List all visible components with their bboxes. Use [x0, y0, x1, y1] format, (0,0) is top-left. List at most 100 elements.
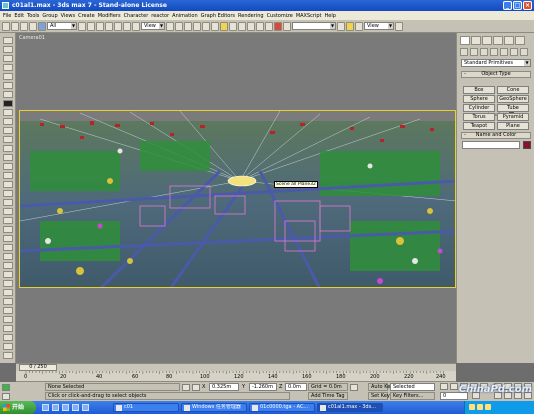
undo-icon[interactable]: [2, 21, 10, 31]
quick-render-icon[interactable]: [337, 21, 345, 31]
menu-modifiers[interactable]: Modifiers: [98, 13, 121, 19]
plane-button[interactable]: Plane: [497, 122, 529, 130]
systems-icon[interactable]: [520, 48, 528, 56]
add-time-tag-button[interactable]: Add Time Tag: [308, 392, 348, 400]
menu-maxscript[interactable]: MAXScript: [296, 13, 322, 19]
tool-icon[interactable]: [3, 73, 13, 80]
taskbar-item-active[interactable]: c01al1.max - 3ds...: [317, 403, 383, 412]
tool-icon[interactable]: [3, 82, 13, 89]
y-coordinate-field[interactable]: -1.260m: [249, 383, 277, 391]
angle-snap-icon[interactable]: [193, 21, 201, 31]
tool-icon[interactable]: [3, 127, 13, 134]
menu-group[interactable]: Group: [42, 13, 57, 19]
tool-icon[interactable]: [3, 343, 13, 350]
key-icon[interactable]: [350, 384, 358, 391]
tool-icon[interactable]: [3, 289, 13, 296]
mirror-icon[interactable]: [229, 21, 237, 31]
select-object-icon[interactable]: [78, 21, 86, 31]
title-bar[interactable]: c01al1.max - 3ds max 7 - Stand-alone Lic…: [0, 0, 534, 11]
modify-tab-icon[interactable]: [471, 36, 481, 45]
rectangle-region-icon[interactable]: [96, 21, 104, 31]
menu-create[interactable]: Create: [78, 13, 95, 19]
select-scale-icon[interactable]: [132, 21, 140, 31]
tool-icon[interactable]: [3, 163, 13, 170]
auto-key-button[interactable]: Auto Key: [368, 383, 393, 391]
tool-icon[interactable]: [3, 37, 13, 44]
absolute-mode-icon[interactable]: [192, 384, 200, 391]
align-icon[interactable]: [238, 21, 246, 31]
create-tab-icon[interactable]: [460, 36, 470, 45]
start-button[interactable]: 开始: [0, 401, 36, 414]
tool-icon[interactable]: [3, 136, 13, 143]
tool-icon[interactable]: [3, 235, 13, 242]
tool-icon[interactable]: [3, 280, 13, 287]
key-mode-dropdown[interactable]: Selected: [390, 383, 435, 391]
menu-reactor[interactable]: reactor: [151, 13, 169, 19]
select-rotate-icon[interactable]: [123, 21, 131, 31]
select-by-name-icon[interactable]: [87, 21, 95, 31]
geometry-icon[interactable]: [460, 48, 468, 56]
x-coordinate-field[interactable]: 0.325m: [209, 383, 239, 391]
box-button[interactable]: Box: [463, 86, 495, 94]
menu-character[interactable]: Character: [124, 13, 149, 19]
select-move-icon[interactable]: [114, 21, 122, 31]
tool-icon[interactable]: [3, 253, 13, 260]
display-tab-icon[interactable]: [504, 36, 514, 45]
bind-space-warp-icon[interactable]: [38, 21, 46, 31]
menu-views[interactable]: Views: [61, 13, 75, 19]
set-key-button[interactable]: Set Key: [368, 392, 390, 400]
tool-icon[interactable]: [3, 334, 13, 341]
hierarchy-tab-icon[interactable]: [482, 36, 492, 45]
primitive-category-dropdown[interactable]: Standard Primitives ▼: [461, 59, 531, 67]
tool-icon[interactable]: [3, 91, 13, 98]
app-icon[interactable]: [2, 2, 9, 9]
redo-icon[interactable]: [11, 21, 19, 31]
camera-viewport[interactable]: Camera01 Scene all Plane32: [16, 33, 456, 363]
menu-customize[interactable]: Customize: [267, 13, 293, 19]
tool-icon[interactable]: [3, 55, 13, 62]
object-color-swatch[interactable]: [523, 141, 531, 149]
schematic-view-icon[interactable]: [265, 21, 273, 31]
render-scene-icon[interactable]: [283, 21, 291, 31]
tool-icon[interactable]: [3, 64, 13, 71]
reference-coordinate-dropdown[interactable]: View ▼: [141, 22, 165, 30]
tool-icon[interactable]: [3, 100, 13, 107]
tool-icon[interactable]: [3, 199, 13, 206]
curve-editor-icon[interactable]: [256, 21, 264, 31]
track-bar[interactable]: 0 20 40 60 80 100 120 140 160 180 200 22…: [16, 371, 456, 382]
time-slider[interactable]: 0 / 250: [16, 363, 456, 371]
activeshade-icon[interactable]: [355, 21, 363, 31]
geosphere-button[interactable]: GeoSphere: [497, 95, 529, 103]
tray-icon[interactable]: [469, 404, 475, 410]
menu-help[interactable]: Help: [324, 13, 335, 19]
maxscript-mini-icon[interactable]: [2, 393, 10, 400]
taskbar-item[interactable]: 01c0000.tga - AC...: [249, 403, 315, 412]
tool-icon[interactable]: [3, 145, 13, 152]
tool-icon[interactable]: [3, 118, 13, 125]
tool-icon[interactable]: [3, 172, 13, 179]
space-warps-icon[interactable]: [510, 48, 518, 56]
pivot-center-icon[interactable]: [166, 21, 174, 31]
tool-icon[interactable]: [3, 109, 13, 116]
quick-launch-icon[interactable]: [72, 404, 79, 411]
percent-snap-icon[interactable]: [202, 21, 210, 31]
tool-icon[interactable]: [3, 190, 13, 197]
maxscript-listener-icon[interactable]: [2, 384, 10, 391]
tool-icon[interactable]: [3, 46, 13, 53]
render-type-dropdown[interactable]: View ▼: [364, 22, 394, 30]
spinner-snap-icon[interactable]: [211, 21, 219, 31]
tray-icon[interactable]: [485, 404, 491, 410]
menu-animation[interactable]: Animation: [172, 13, 198, 19]
tray-icon[interactable]: [477, 404, 483, 410]
cylinder-button[interactable]: Cylinder: [463, 104, 495, 112]
cameras-icon[interactable]: [490, 48, 498, 56]
time-slider-thumb[interactable]: 0 / 250: [19, 364, 57, 371]
layer-manager-icon[interactable]: [247, 21, 255, 31]
key-filters-button[interactable]: Key Filters...: [390, 392, 435, 400]
tool-icon[interactable]: [3, 181, 13, 188]
tool-icon[interactable]: [3, 307, 13, 314]
render-last-icon[interactable]: [346, 21, 354, 31]
selection-filter-dropdown[interactable]: All ▼: [47, 22, 77, 30]
tool-icon[interactable]: [3, 217, 13, 224]
link-icon[interactable]: [20, 21, 28, 31]
